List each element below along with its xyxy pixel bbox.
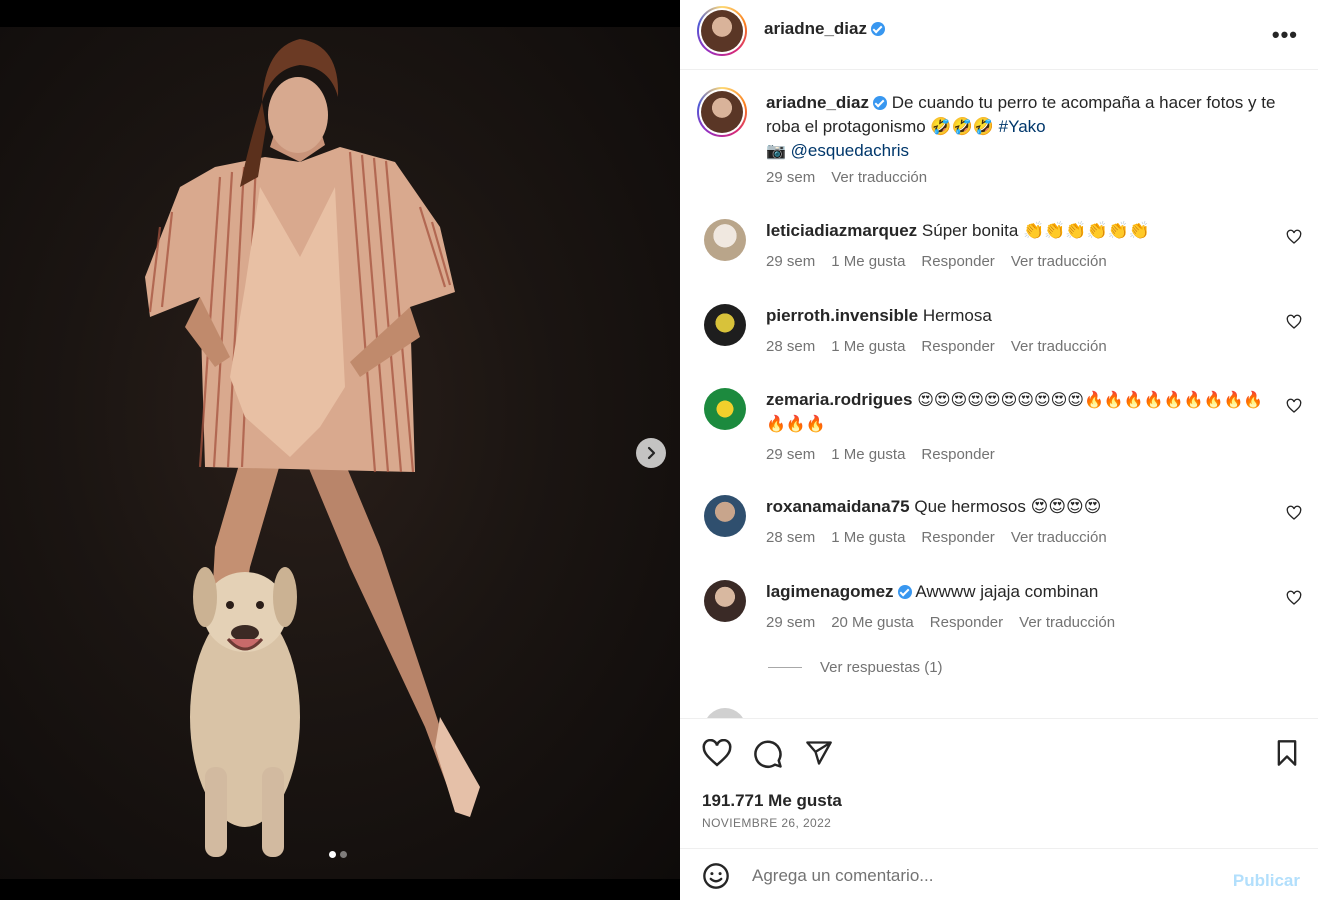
author-avatar[interactable] xyxy=(697,6,747,56)
translate-button[interactable]: Ver traducción xyxy=(1019,614,1115,631)
comment-text-block: roxanamaidana75 Que hermosos 😍😍😍😍 xyxy=(766,495,1276,519)
view-replies-button[interactable]: Ver respuestas (1) xyxy=(768,659,943,676)
commenter-avatar[interactable] xyxy=(704,580,746,622)
comment-text: Que hermosos 😍😍😍😍 xyxy=(914,497,1102,516)
post-actions: 191.771 Me gusta NOVIEMBRE 26, 2022 xyxy=(680,718,1318,848)
comment-meta: 28 sem 1 Me gusta Responder Ver traducci… xyxy=(766,338,1107,355)
comment-text: Hermosa xyxy=(922,306,992,325)
comment-meta: 28 sem 1 Me gusta Responder Ver traducci… xyxy=(766,529,1107,546)
reply-button[interactable]: Responder xyxy=(921,446,994,463)
carousel-dot-active xyxy=(329,851,336,858)
translate-button[interactable]: Ver traducción xyxy=(1011,253,1107,270)
comment-time[interactable]: 28 sem xyxy=(766,529,815,546)
comment-time[interactable]: 29 sem xyxy=(766,446,815,463)
comment-time[interactable]: 28 sem xyxy=(766,338,815,355)
post-side-panel: ariadne_diaz ••• ariadne_diaz De cuando … xyxy=(680,0,1318,900)
verified-icon xyxy=(897,585,912,599)
comment-likes[interactable]: 1 Me gusta xyxy=(831,529,905,546)
reply-button[interactable]: Responder xyxy=(921,338,994,355)
heart-icon[interactable] xyxy=(1286,314,1302,330)
chevron-right-icon xyxy=(647,446,656,460)
next-photo-button[interactable] xyxy=(636,438,666,468)
comment-meta: 29 sem 20 Me gusta Responder Ver traducc… xyxy=(766,614,1115,631)
heart-icon[interactable] xyxy=(1286,505,1302,521)
verified-icon xyxy=(871,22,885,36)
heart-icon[interactable] xyxy=(1286,229,1302,245)
commenter-username[interactable]: pierroth.invensible xyxy=(766,306,918,325)
comment-icon[interactable] xyxy=(753,739,783,769)
commenter-username[interactable]: roxanamaidana75 xyxy=(766,497,910,516)
caption-time[interactable]: 29 sem xyxy=(766,169,815,186)
comment-likes[interactable]: 1 Me gusta xyxy=(831,253,905,270)
commenter-username[interactable]: leticiadiazmarquez xyxy=(766,221,917,240)
mention-link[interactable]: @esquedachris xyxy=(791,141,909,160)
comment-time[interactable]: 29 sem xyxy=(766,614,815,631)
caption-translate[interactable]: Ver traducción xyxy=(831,169,927,186)
comment-likes[interactable]: 20 Me gusta xyxy=(831,614,914,631)
more-icon[interactable]: ••• xyxy=(1272,22,1298,48)
reply-button[interactable]: Responder xyxy=(930,614,1003,631)
heart-icon[interactable] xyxy=(1286,590,1302,606)
post-header: ariadne_diaz ••• xyxy=(680,0,1318,70)
author-username[interactable]: ariadne_diaz xyxy=(764,19,867,38)
comment-meta: 29 sem 1 Me gusta Responder xyxy=(766,446,995,463)
verified-icon xyxy=(873,96,887,110)
view-replies-label: Ver respuestas (1) xyxy=(820,659,943,676)
hashtag-link[interactable]: #Yako xyxy=(999,117,1046,136)
commenter-avatar[interactable] xyxy=(704,219,746,261)
comment-text-block: zemaria.rodrigues 😍😍😍😍😍😍😍😍😍😍🔥🔥🔥🔥🔥🔥🔥🔥🔥🔥🔥🔥 xyxy=(766,388,1276,436)
replies-divider xyxy=(768,667,802,668)
commenter-username[interactable]: lagimenagomez xyxy=(766,582,894,601)
comment-input[interactable] xyxy=(752,863,1222,889)
reply-button[interactable]: Responder xyxy=(921,529,994,546)
comment-text-block: lagimenagomez Awwww jajaja combinan xyxy=(766,580,1276,604)
post-media xyxy=(0,0,680,900)
carousel-indicator xyxy=(329,851,347,858)
comments-list[interactable]: ariadne_diaz De cuando tu perro te acomp… xyxy=(680,71,1318,718)
comment-composer: Publicar xyxy=(680,848,1318,900)
comment-text-block: leticiadiazmarquez Súper bonita 👏👏👏👏👏👏 xyxy=(766,219,1276,243)
heart-icon[interactable] xyxy=(1286,398,1302,414)
commenter-avatar[interactable] xyxy=(704,708,746,718)
caption-username[interactable]: ariadne_diaz xyxy=(766,93,869,112)
post-date: NOVIEMBRE 26, 2022 xyxy=(702,816,832,830)
comment-time[interactable]: 29 sem xyxy=(766,253,815,270)
publish-button[interactable]: Publicar xyxy=(1233,871,1300,891)
share-icon[interactable] xyxy=(804,739,834,767)
comment-likes[interactable]: 1 Me gusta xyxy=(831,446,905,463)
post-photo[interactable] xyxy=(0,27,680,879)
emoji-icon[interactable] xyxy=(702,862,730,890)
caption-meta: 29 sem Ver traducción xyxy=(766,169,927,186)
caption-text-block: ariadne_diaz De cuando tu perro te acomp… xyxy=(766,91,1276,163)
commenter-avatar[interactable] xyxy=(704,304,746,346)
comment-text: Awwww jajaja combinan xyxy=(915,582,1099,601)
commenter-avatar[interactable] xyxy=(704,495,746,537)
bookmark-icon[interactable] xyxy=(1274,739,1300,767)
comment-text: Súper bonita 👏👏👏👏👏👏 xyxy=(921,221,1151,240)
comment-meta: 29 sem 1 Me gusta Responder Ver traducci… xyxy=(766,253,1107,270)
camera-emoji: 📷 xyxy=(766,141,786,160)
comment-likes[interactable]: 1 Me gusta xyxy=(831,338,905,355)
carousel-dot xyxy=(340,851,347,858)
translate-button[interactable]: Ver traducción xyxy=(1011,529,1107,546)
caption-avatar[interactable] xyxy=(697,87,747,137)
commenter-username[interactable]: zemaria.rodrigues xyxy=(766,390,912,409)
photo-illustration xyxy=(145,39,480,857)
commenter-avatar[interactable] xyxy=(704,388,746,430)
likes-count[interactable]: 191.771 Me gusta xyxy=(702,791,842,811)
translate-button[interactable]: Ver traducción xyxy=(1011,338,1107,355)
reply-button[interactable]: Responder xyxy=(921,253,994,270)
comment-text-block: pierroth.invensible Hermosa xyxy=(766,304,1276,328)
heart-icon[interactable] xyxy=(702,739,732,767)
